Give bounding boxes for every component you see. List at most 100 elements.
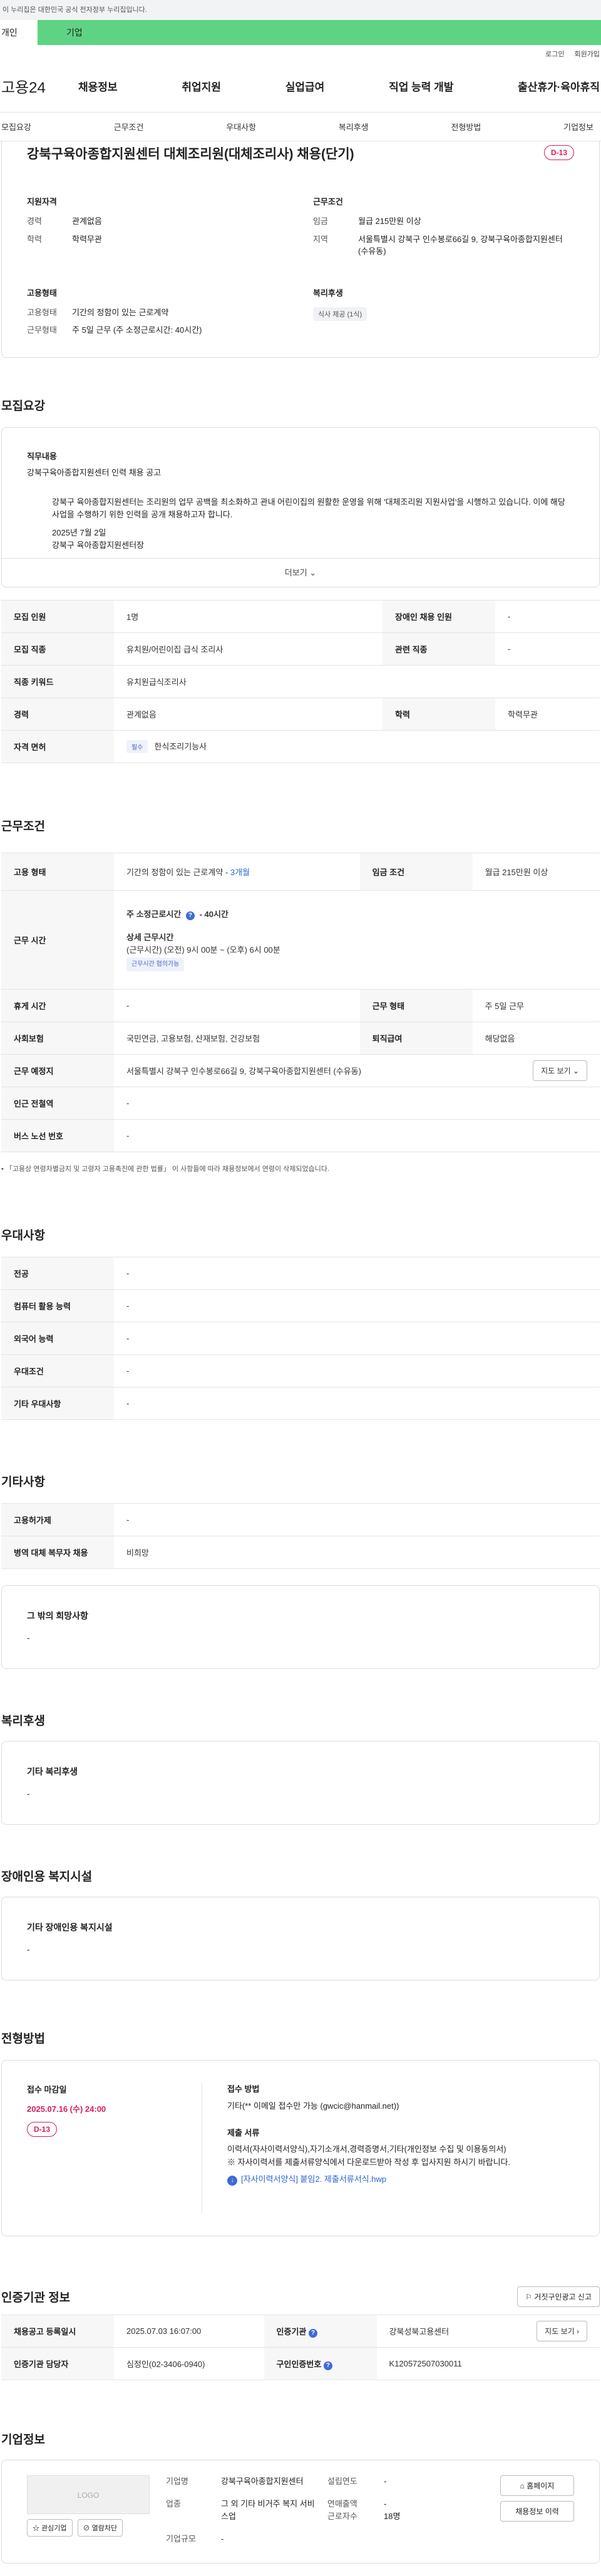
table-row: 모집 직종 유치원/어린이집 급식 조리사 관련 직종 - — [1, 632, 600, 666]
company-size-value: - — [221, 2534, 224, 2544]
row-value: - — [114, 1322, 600, 1355]
info-icon[interactable]: ? — [323, 2361, 332, 2370]
nav-unemployment-benefit[interactable]: 실업급여 — [285, 78, 325, 94]
info-icon[interactable]: ? — [185, 911, 195, 920]
map-button[interactable]: 지도 보기 › — [537, 2321, 587, 2341]
founded-label: 설립연도 — [327, 2477, 357, 2486]
util-links: 로그인 회원가입 — [0, 45, 601, 60]
section-title-conditions: 근무조건 — [1, 820, 45, 833]
section-title-company: 기업정보 — [1, 2433, 45, 2447]
nav-vocational-training[interactable]: 직업 능력 개발 — [389, 78, 453, 94]
row-value: - — [114, 1257, 600, 1290]
career-value: 관계없음 — [72, 216, 102, 226]
nav-jobs[interactable]: 채용정보 — [78, 78, 118, 94]
tab-company[interactable]: 기업 — [38, 20, 601, 45]
star-icon: ☆ — [33, 2525, 39, 2532]
row-header: 인증기관 담당자 — [1, 2347, 114, 2380]
tab-recruit[interactable]: 모집요강 — [1, 121, 31, 133]
chevron-down-icon: ⌄ — [572, 1067, 579, 1075]
method-heading: 접수 방법 — [227, 2084, 260, 2094]
employment-type-heading: 고용형태 — [27, 288, 57, 298]
table-row: 채용공고 등록일시 2025.07.03 16:07:00 인증기관 ? 강북성북고용… — [1, 2315, 600, 2348]
homepage-button[interactable]: ⌂ 홈페이지 — [500, 2475, 574, 2496]
tab-welfare[interactable]: 복리후생 — [339, 121, 369, 133]
condition-heading: 근무조건 — [313, 197, 343, 206]
block-view-button[interactable]: ⊘ 열람차단 — [77, 2519, 123, 2537]
company-actions: ⌂ 홈페이지 채용정보 이력 — [500, 2475, 574, 2548]
row-value: - — [114, 1087, 600, 1120]
row-value: - — [495, 600, 600, 633]
tab-individual[interactable]: 개인 — [0, 20, 38, 45]
contract-period-link[interactable]: 3개월 — [230, 868, 250, 877]
row-header: 퇴직급여 — [359, 1022, 473, 1055]
map-button[interactable]: 지도 보기 ⌄ — [533, 1060, 587, 1081]
selection-box: 접수 마감일 2025.07.16 (수) 24:00 D-13 접수 방법 기… — [1, 2060, 600, 2236]
job-title: 강북구육아종합지원센터 대체조리원(대체조리사) 채용(단기) — [27, 147, 354, 161]
section-tabs: 모집요강 근무조건 우대사항 복리후생 전형방법 기업정보 — [0, 113, 601, 141]
block-label: 열람차단 — [91, 2525, 118, 2532]
detail-hours-value: (근무시간) (오전) 9시 00분 ~ (오후) 6시 00분 — [126, 945, 280, 955]
tab-selection[interactable]: 전형방법 — [451, 121, 481, 133]
table-row: 병역 대체 복무자 채용 비희망 — [1, 1536, 600, 1569]
welfare-heading: 복리후생 — [313, 288, 343, 298]
education-value: 학력무관 — [72, 234, 102, 244]
work-address: 서울특별시 강북구 인수봉로66길 9, 강북구육아종합지원센터 (수유동) — [126, 1067, 361, 1076]
emp-type-value: 기간의 정함이 있는 근로계약 — [72, 307, 169, 317]
weekly-hours-label: 주 소정근로시간 — [126, 909, 183, 919]
section-title-cert: 인증기관 정보 — [1, 2291, 71, 2305]
report-fake-ad-button[interactable]: ⚐ 거짓구인광고 신고 — [517, 2286, 600, 2307]
site-logo[interactable]: 고용24 — [0, 75, 78, 97]
job-history-button[interactable]: 채용정보 이력 — [500, 2501, 574, 2522]
cert-number-value: K120572507030011 — [376, 2347, 600, 2380]
tab-conditions[interactable]: 근무조건 — [114, 121, 144, 133]
sales-emp-labels: 연매출액 근로자수 — [327, 2498, 384, 2525]
more-button[interactable]: 더보기 ⌄ — [2, 558, 599, 587]
row-value: 국민연금, 고용보험, 산재보험, 건강보험 — [114, 1022, 360, 1055]
conditions-table: 고용 형태 기간의 정함이 있는 근로계약 - 3개월 임금 조건 월급 215만원 … — [1, 853, 600, 1152]
age-note-text: 「고용상 연령차별금지 및 고령자 고용촉진에 관한 법률」 이 사항들에 따라… — [5, 1165, 330, 1173]
welfare-box-value: - — [27, 1789, 30, 1798]
desc-line: 강북구 육아종합지원센터는 조리원의 업무 공백을 최소화하고 관내 어린이집의… — [52, 497, 565, 519]
chevron-down-icon: ⌄ — [309, 568, 317, 577]
work-type-label: 근무형태 — [27, 325, 57, 335]
table-row: 모집 인원 1명 장애인 채용 인원 - — [1, 600, 600, 633]
tab-preferences[interactable]: 우대사항 — [226, 121, 256, 133]
nav-parental-leave[interactable]: 출산휴가·육아휴직 — [518, 78, 600, 94]
home-icon: ⌂ — [520, 2482, 525, 2490]
desc-date: 2025년 7월 2일 — [52, 528, 106, 537]
signup-link[interactable]: 회원가입 — [575, 51, 600, 58]
favorite-company-button[interactable]: ☆ 관심기업 — [27, 2519, 73, 2537]
login-link[interactable]: 로그인 — [545, 51, 564, 58]
row-value: 심정인(02-3406-0940) — [114, 2347, 264, 2380]
welfare-badge: 식사 제공 (1식) — [313, 307, 367, 321]
nav-employment-support[interactable]: 취업지원 — [182, 78, 221, 94]
row-header: 근무 형태 — [359, 989, 473, 1022]
job-description-box: 직무내용 강북구육아종합지원센터 인력 채용 공고 강북구 육아종합지원센터는 … — [1, 427, 600, 587]
license-value: 한식조리기능사 — [154, 742, 207, 751]
row-value: 유치원/어린이집 급식 조리사 — [114, 632, 383, 666]
row-header: 인근 전철역 — [1, 1087, 114, 1120]
disability-facilities-heading: 기타 장애인용 복지시설 — [27, 1922, 113, 1932]
table-row: 근무 예정지 서울특별시 강북구 인수봉로66길 9, 강북구육아종합지원센터 (… — [1, 1054, 600, 1087]
table-row: 전공 - — [1, 1257, 600, 1290]
other-wishes-box: 그 밖의 희망사항 - — [1, 1585, 600, 1669]
row-header: 모집 인원 — [1, 600, 114, 633]
qualification-heading: 지원자격 — [27, 197, 57, 206]
tab-company-info[interactable]: 기업정보 — [563, 121, 593, 133]
attachment-link[interactable]: ↓ [자사이력서양식] 붙임2. 제출서류서식.hwp — [227, 2173, 574, 2186]
table-row: 컴퓨터 활용 능력 - — [1, 1289, 600, 1322]
bullet-icon: • — [1, 1165, 4, 1173]
wage-value: 월급 215만원 이상 — [358, 216, 421, 226]
info-icon[interactable]: ? — [309, 2328, 317, 2338]
cert-table: 채용공고 등록일시 2025.07.03 16:07:00 인증기관 ? 강북성북고용… — [1, 2315, 600, 2380]
row-value: 유치원급식조리사 — [114, 665, 600, 698]
row-header: 사회보험 — [1, 1022, 114, 1055]
company-logo: LOGO — [27, 2475, 150, 2514]
employees-label: 근로자수 — [327, 2512, 357, 2522]
table-row: 외국어 능력 - — [1, 1322, 600, 1355]
recruit-table: 모집 인원 1명 장애인 채용 인원 - 모집 직종 유치원/어린이집 급식 조리사 관련… — [1, 600, 600, 763]
row-value: - — [114, 1289, 600, 1322]
table-row: 사회보험 국민연금, 고용보험, 산재보험, 건강보험 퇴직급여 해당없음 — [1, 1022, 600, 1055]
row-value: - — [495, 632, 600, 666]
row-header: 고용허가제 — [1, 1503, 114, 1536]
